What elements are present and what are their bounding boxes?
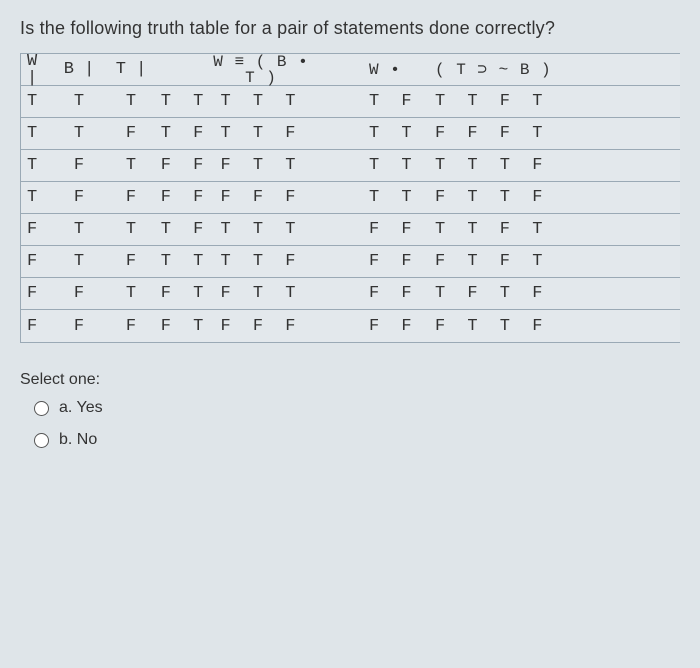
cell: F F — [363, 253, 425, 270]
cell: T T T — [213, 93, 309, 110]
header-expr2b: ( T ⊃ ~ B ) — [425, 62, 680, 78]
cell: F F F — [213, 189, 309, 206]
cell: T — [53, 93, 105, 110]
header-expr2a: W • — [363, 62, 425, 78]
cell: F — [105, 318, 157, 335]
cell: F T T — [213, 285, 309, 302]
cell: T T F T — [425, 221, 680, 238]
cell: T F — [363, 93, 425, 110]
cell: F — [53, 285, 105, 302]
cell: T T — [363, 157, 425, 174]
table-row: F T F T T T T F F F F T F T — [21, 246, 680, 278]
cell: F — [21, 285, 53, 302]
cell: F F — [157, 189, 213, 206]
cell: F — [21, 253, 53, 270]
cell: F — [105, 189, 157, 206]
cell: F — [21, 318, 53, 335]
select-one-label: Select one: — [20, 371, 680, 389]
cell: F — [105, 253, 157, 270]
cell: F F — [363, 318, 425, 335]
question-text: Is the following truth table for a pair … — [20, 18, 680, 39]
cell: F — [53, 189, 105, 206]
cell: T — [53, 125, 105, 142]
radio-icon[interactable] — [34, 401, 49, 416]
cell: F — [53, 157, 105, 174]
cell: T — [21, 125, 53, 142]
header-t: T | — [105, 61, 157, 78]
table-row: T F F F F F F F T T F T T F — [21, 182, 680, 214]
cell: F T F T — [425, 253, 680, 270]
cell: T — [21, 93, 53, 110]
cell: T F — [157, 125, 213, 142]
header-expr1: W ≡ ( B • T ) — [213, 54, 309, 86]
cell: T T — [363, 189, 425, 206]
table-row: F T T T F T T T F F T T F T — [21, 214, 680, 246]
table-header-row: W | B | T | W ≡ ( B • T ) W • ( T ⊃ ~ B … — [21, 54, 680, 86]
cell: F — [105, 125, 157, 142]
cell: F T — [157, 285, 213, 302]
radio-icon[interactable] — [34, 433, 49, 448]
cell: F F F T — [425, 125, 680, 142]
option-b-label: b. No — [59, 431, 97, 449]
table-row: T T F T F T T F T T F F F T — [21, 118, 680, 150]
option-b[interactable]: b. No — [34, 431, 680, 449]
cell: T — [105, 93, 157, 110]
cell: T T — [157, 93, 213, 110]
cell: F F — [157, 157, 213, 174]
cell: F T — [157, 318, 213, 335]
cell: T — [105, 157, 157, 174]
cell: F — [53, 318, 105, 335]
cell: T — [105, 285, 157, 302]
table-row: F F T F T F T T F F T F T F — [21, 278, 680, 310]
cell: T T — [157, 253, 213, 270]
cell: F T T — [213, 157, 309, 174]
cell: F F — [363, 221, 425, 238]
header-b: B | — [53, 61, 105, 78]
cell: T F T F — [425, 285, 680, 302]
cell: T T F T — [425, 93, 680, 110]
cell: F T T F — [425, 318, 680, 335]
table-row: T T T T T T T T T F T T F T — [21, 86, 680, 118]
cell: T T — [363, 125, 425, 142]
cell: T — [105, 221, 157, 238]
cell: T — [53, 221, 105, 238]
cell: F F — [363, 285, 425, 302]
cell: T F — [157, 221, 213, 238]
cell: T T F — [213, 125, 309, 142]
option-a-label: a. Yes — [59, 399, 103, 417]
cell: T — [53, 253, 105, 270]
cell: F T T F — [425, 189, 680, 206]
option-a[interactable]: a. Yes — [34, 399, 680, 417]
header-w: W | — [21, 53, 53, 87]
cell: F — [21, 221, 53, 238]
cell: T — [21, 189, 53, 206]
table-row: T F T F F F T T T T T T T F — [21, 150, 680, 182]
cell: F F F — [213, 318, 309, 335]
cell: T T T — [213, 221, 309, 238]
truth-table: W | B | T | W ≡ ( B • T ) W • ( T ⊃ ~ B … — [20, 53, 680, 343]
cell: T T T F — [425, 157, 680, 174]
cell: T T F — [213, 253, 309, 270]
table-row: F F F F T F F F F F F T T F — [21, 310, 680, 342]
cell: T — [21, 157, 53, 174]
